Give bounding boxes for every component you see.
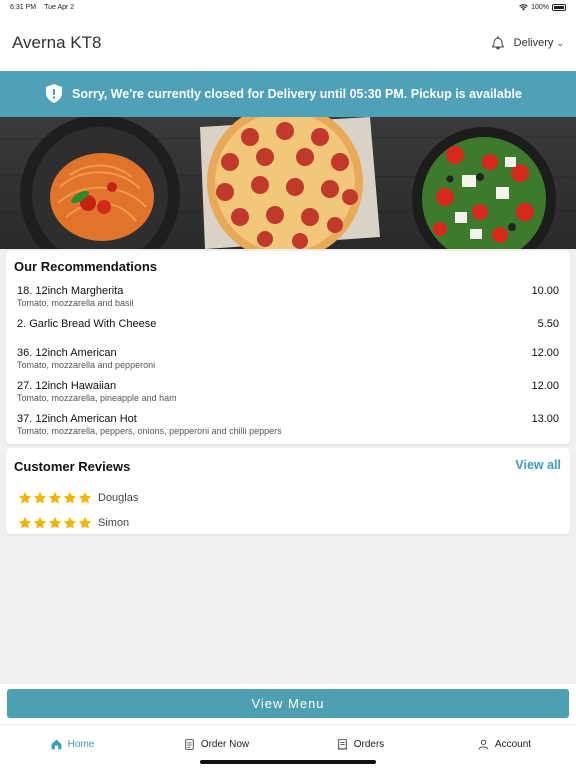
bell-icon[interactable]: [490, 35, 506, 51]
tab-orders[interactable]: Orders: [288, 725, 432, 764]
menu-item-desc: Tomato, mozzarella, peppers, onions, pep…: [17, 426, 282, 436]
star-icon: [18, 516, 32, 529]
recommendations-card: Our Recommendations 18. 12inch Margherit…: [6, 251, 570, 444]
menu-item-name: 36. 12inch American: [17, 347, 117, 359]
banner-message: Sorry, We're currently closed for Delive…: [72, 87, 522, 101]
app-header: Averna KT8 Delivery ⌄: [0, 14, 576, 71]
menu-item[interactable]: 37. 12inch American Hot Tomato, mozzarel…: [17, 413, 559, 436]
view-all-link[interactable]: View all: [515, 458, 561, 472]
shield-icon: [46, 84, 62, 103]
reviewer-name: Douglas: [98, 492, 139, 504]
star-icon: [48, 491, 62, 504]
rating-stars: [18, 516, 92, 530]
review-item[interactable]: Simon: [18, 516, 129, 530]
review-item[interactable]: Douglas: [18, 491, 138, 505]
menu-item-price: 13.00: [531, 413, 559, 425]
home-indicator: [200, 760, 376, 764]
reviews-title: Customer Reviews: [14, 459, 131, 474]
status-time: 6:31 PM: [10, 3, 37, 11]
menu-item[interactable]: 36. 12inch American Tomato, mozzarella a…: [17, 347, 559, 370]
tab-bar: Home Order Now Orders Account: [0, 724, 576, 764]
chevron-down-icon: ⌄: [556, 37, 564, 48]
menu-item[interactable]: 27. 12inch Hawaiian Tomato, mozzarella, …: [17, 380, 559, 403]
menu-item-name: 18. 12inch Margherita: [17, 285, 124, 297]
restaurant-name: Averna KT8: [12, 32, 102, 52]
delivery-mode-dropdown[interactable]: Delivery ⌄: [514, 37, 564, 49]
menu-item-name: 27. 12inch Hawaiian: [17, 380, 117, 392]
menu-item-desc: Tomato, mozzarella, pineapple and ham: [17, 393, 177, 403]
star-icon: [63, 516, 77, 529]
menu-item-price: 10.00: [531, 285, 559, 297]
tab-order-now[interactable]: Order Now: [144, 725, 288, 764]
star-icon: [18, 491, 32, 504]
tab-home-label: Home: [67, 739, 95, 750]
receipt-icon: [337, 739, 347, 751]
wifi-icon: [519, 3, 528, 11]
closed-banner: Sorry, We're currently closed for Delive…: [0, 71, 576, 117]
star-icon: [33, 516, 47, 529]
tab-account-label: Account: [494, 739, 532, 750]
tab-home[interactable]: Home: [0, 725, 144, 764]
menu-item-name: 37. 12inch American Hot: [17, 413, 137, 425]
status-bar: 6:31 PM Tue Apr 2 100%: [0, 0, 576, 14]
hero-image: [0, 117, 576, 249]
menu-item[interactable]: 18. 12inch Margherita Tomato, mozzarella…: [17, 285, 559, 308]
tab-order-now-label: Order Now: [200, 739, 250, 750]
reviews-card: Customer Reviews View all Douglas Simon: [6, 448, 570, 534]
view-menu-button[interactable]: View Menu: [7, 689, 569, 718]
recommendations-title: Our Recommendations: [14, 259, 158, 274]
home-icon: [51, 739, 62, 750]
menu-item[interactable]: 2. Garlic Bread With Cheese 5.50: [17, 318, 559, 330]
status-date: Tue Apr 2: [44, 3, 75, 11]
star-icon: [78, 491, 92, 504]
menu-item-price: 5.50: [537, 318, 559, 330]
tab-account[interactable]: Account: [432, 725, 576, 764]
menu-item-desc: Tomato, mozzarella and pepperoni: [17, 360, 156, 370]
menu-item-name: 2. Garlic Bread With Cheese: [17, 318, 157, 330]
battery-icon: [552, 3, 566, 11]
menu-item-price: 12.00: [531, 347, 559, 359]
star-icon: [78, 516, 92, 529]
pizza: [200, 117, 380, 249]
user-icon: [478, 739, 489, 750]
tab-orders-label: Orders: [353, 739, 385, 750]
order-icon: [185, 739, 194, 750]
delivery-mode-label: Delivery: [513, 36, 554, 49]
menu-item-price: 12.00: [531, 380, 559, 392]
star-icon: [48, 516, 62, 529]
rating-stars: [18, 491, 92, 505]
star-icon: [33, 491, 47, 504]
menu-item-desc: Tomato, mozzarella and basil: [17, 298, 134, 308]
reviewer-name: Simon: [98, 517, 130, 529]
star-icon: [63, 491, 77, 504]
battery-percent: 100%: [531, 3, 549, 11]
